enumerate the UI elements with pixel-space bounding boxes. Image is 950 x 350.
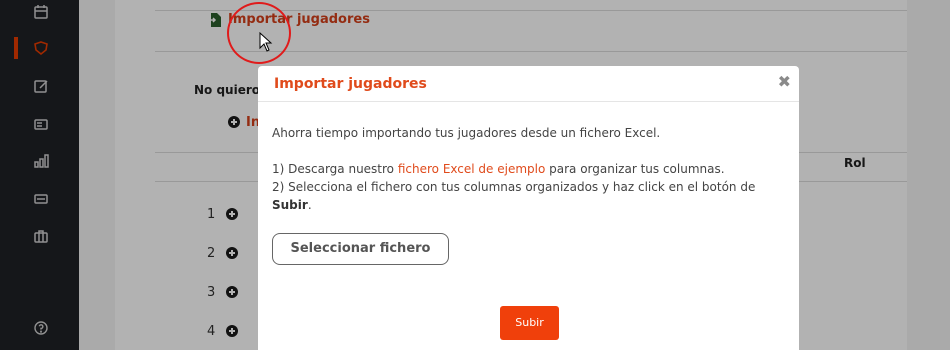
- modal-header: Importar jugadores ✖: [258, 66, 799, 102]
- modal-intro-text: Ahorra tiempo importando tus jugadores d…: [272, 126, 661, 140]
- step2-suffix: .: [307, 198, 312, 212]
- step2-text: 2) Selecciona el fichero con tus columna…: [272, 180, 756, 194]
- close-icon[interactable]: ✖: [778, 72, 791, 91]
- select-file-button[interactable]: Seleccionar fichero: [272, 233, 449, 265]
- step1-suffix: para organizar tus columnas.: [545, 162, 725, 176]
- step2-bold: Subir: [272, 198, 308, 212]
- modal-title: Importar jugadores: [274, 76, 427, 92]
- modal-body: Ahorra tiempo importando tus jugadores d…: [272, 124, 782, 232]
- import-players-modal: Importar jugadores ✖ Ahorra tiempo impor…: [258, 66, 799, 350]
- step1-text: 1) Descarga nuestro: [272, 162, 398, 176]
- upload-button[interactable]: Subir: [500, 306, 559, 340]
- modal-steps: 1) Descarga nuestro fichero Excel de eje…: [272, 160, 782, 214]
- example-excel-link[interactable]: fichero Excel de ejemplo: [398, 162, 545, 176]
- mouse-cursor-icon: [259, 32, 273, 52]
